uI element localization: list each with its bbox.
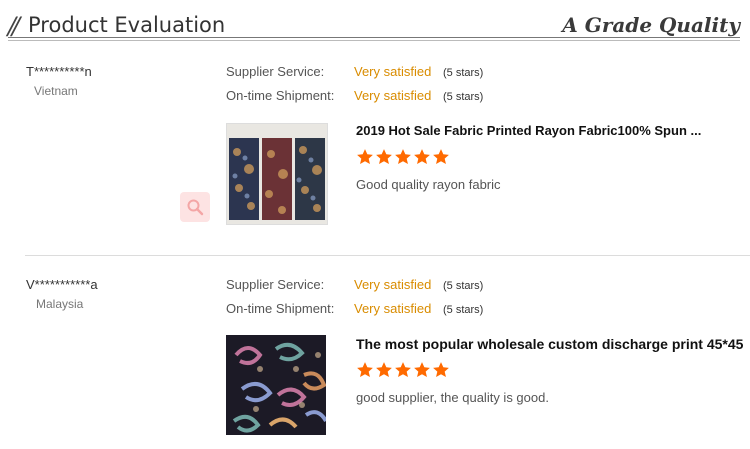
shipment-rating: On-time Shipment: Very satisfied (5 stars): [226, 88, 483, 103]
rating-value: Very satisfied: [354, 277, 432, 292]
product-star-rating: [356, 148, 451, 166]
star-icon: [375, 148, 393, 166]
product-title[interactable]: 2019 Hot Sale Fabric Printed Rayon Fabri…: [356, 123, 750, 138]
search-icon: [187, 199, 204, 216]
rating-label: Supplier Service:: [226, 64, 325, 79]
rating-value: Very satisfied: [354, 88, 432, 103]
star-icon: [356, 361, 374, 379]
rating-stars-text: (5 stars): [443, 304, 484, 316]
reviewer-name: V***********a: [26, 277, 98, 292]
header-divider-secondary: [8, 40, 740, 41]
rating-value: Very satisfied: [354, 64, 432, 79]
rating-value: Very satisfied: [354, 301, 432, 316]
reviewer-name: T**********n: [26, 64, 92, 79]
zoom-button[interactable]: [180, 192, 210, 222]
rating-label: On-time Shipment:: [226, 301, 335, 316]
rating-stars-text: (5 stars): [443, 280, 484, 292]
review-comment: Good quality rayon fabric: [356, 177, 501, 192]
product-thumbnail[interactable]: [226, 335, 326, 435]
star-icon: [413, 148, 431, 166]
star-icon: [432, 148, 450, 166]
shipment-rating: On-time Shipment: Very satisfied (5 stars): [226, 301, 483, 316]
star-icon: [356, 148, 374, 166]
page-title: Product Evaluation: [28, 13, 226, 37]
review-comment: good supplier, the quality is good.: [356, 390, 549, 405]
header-slash: //: [5, 12, 20, 40]
star-icon: [394, 361, 412, 379]
rating-stars-text: (5 stars): [443, 67, 484, 79]
star-icon: [432, 361, 450, 379]
rating-label: On-time Shipment:: [226, 88, 335, 103]
star-icon: [413, 361, 431, 379]
section-header: // Product Evaluation A Grade Quality: [0, 0, 750, 44]
supplier-service-rating: Supplier Service: Very satisfied (5 stars): [226, 277, 483, 292]
star-icon: [394, 148, 412, 166]
reviewer-country: Malaysia: [36, 297, 84, 311]
product-thumbnail[interactable]: [226, 123, 328, 225]
review-divider: [25, 255, 750, 256]
header-divider: [8, 37, 740, 38]
reviewer-country: Vietnam: [34, 84, 78, 98]
star-icon: [375, 361, 393, 379]
product-title[interactable]: The most popular wholesale custom discha…: [356, 336, 750, 352]
grade-quality-label: A Grade Quality: [562, 13, 740, 37]
rating-stars-text: (5 stars): [443, 91, 484, 103]
product-star-rating: [356, 361, 451, 379]
supplier-service-rating: Supplier Service: Very satisfied (5 stars): [226, 64, 483, 79]
rating-label: Supplier Service:: [226, 277, 325, 292]
